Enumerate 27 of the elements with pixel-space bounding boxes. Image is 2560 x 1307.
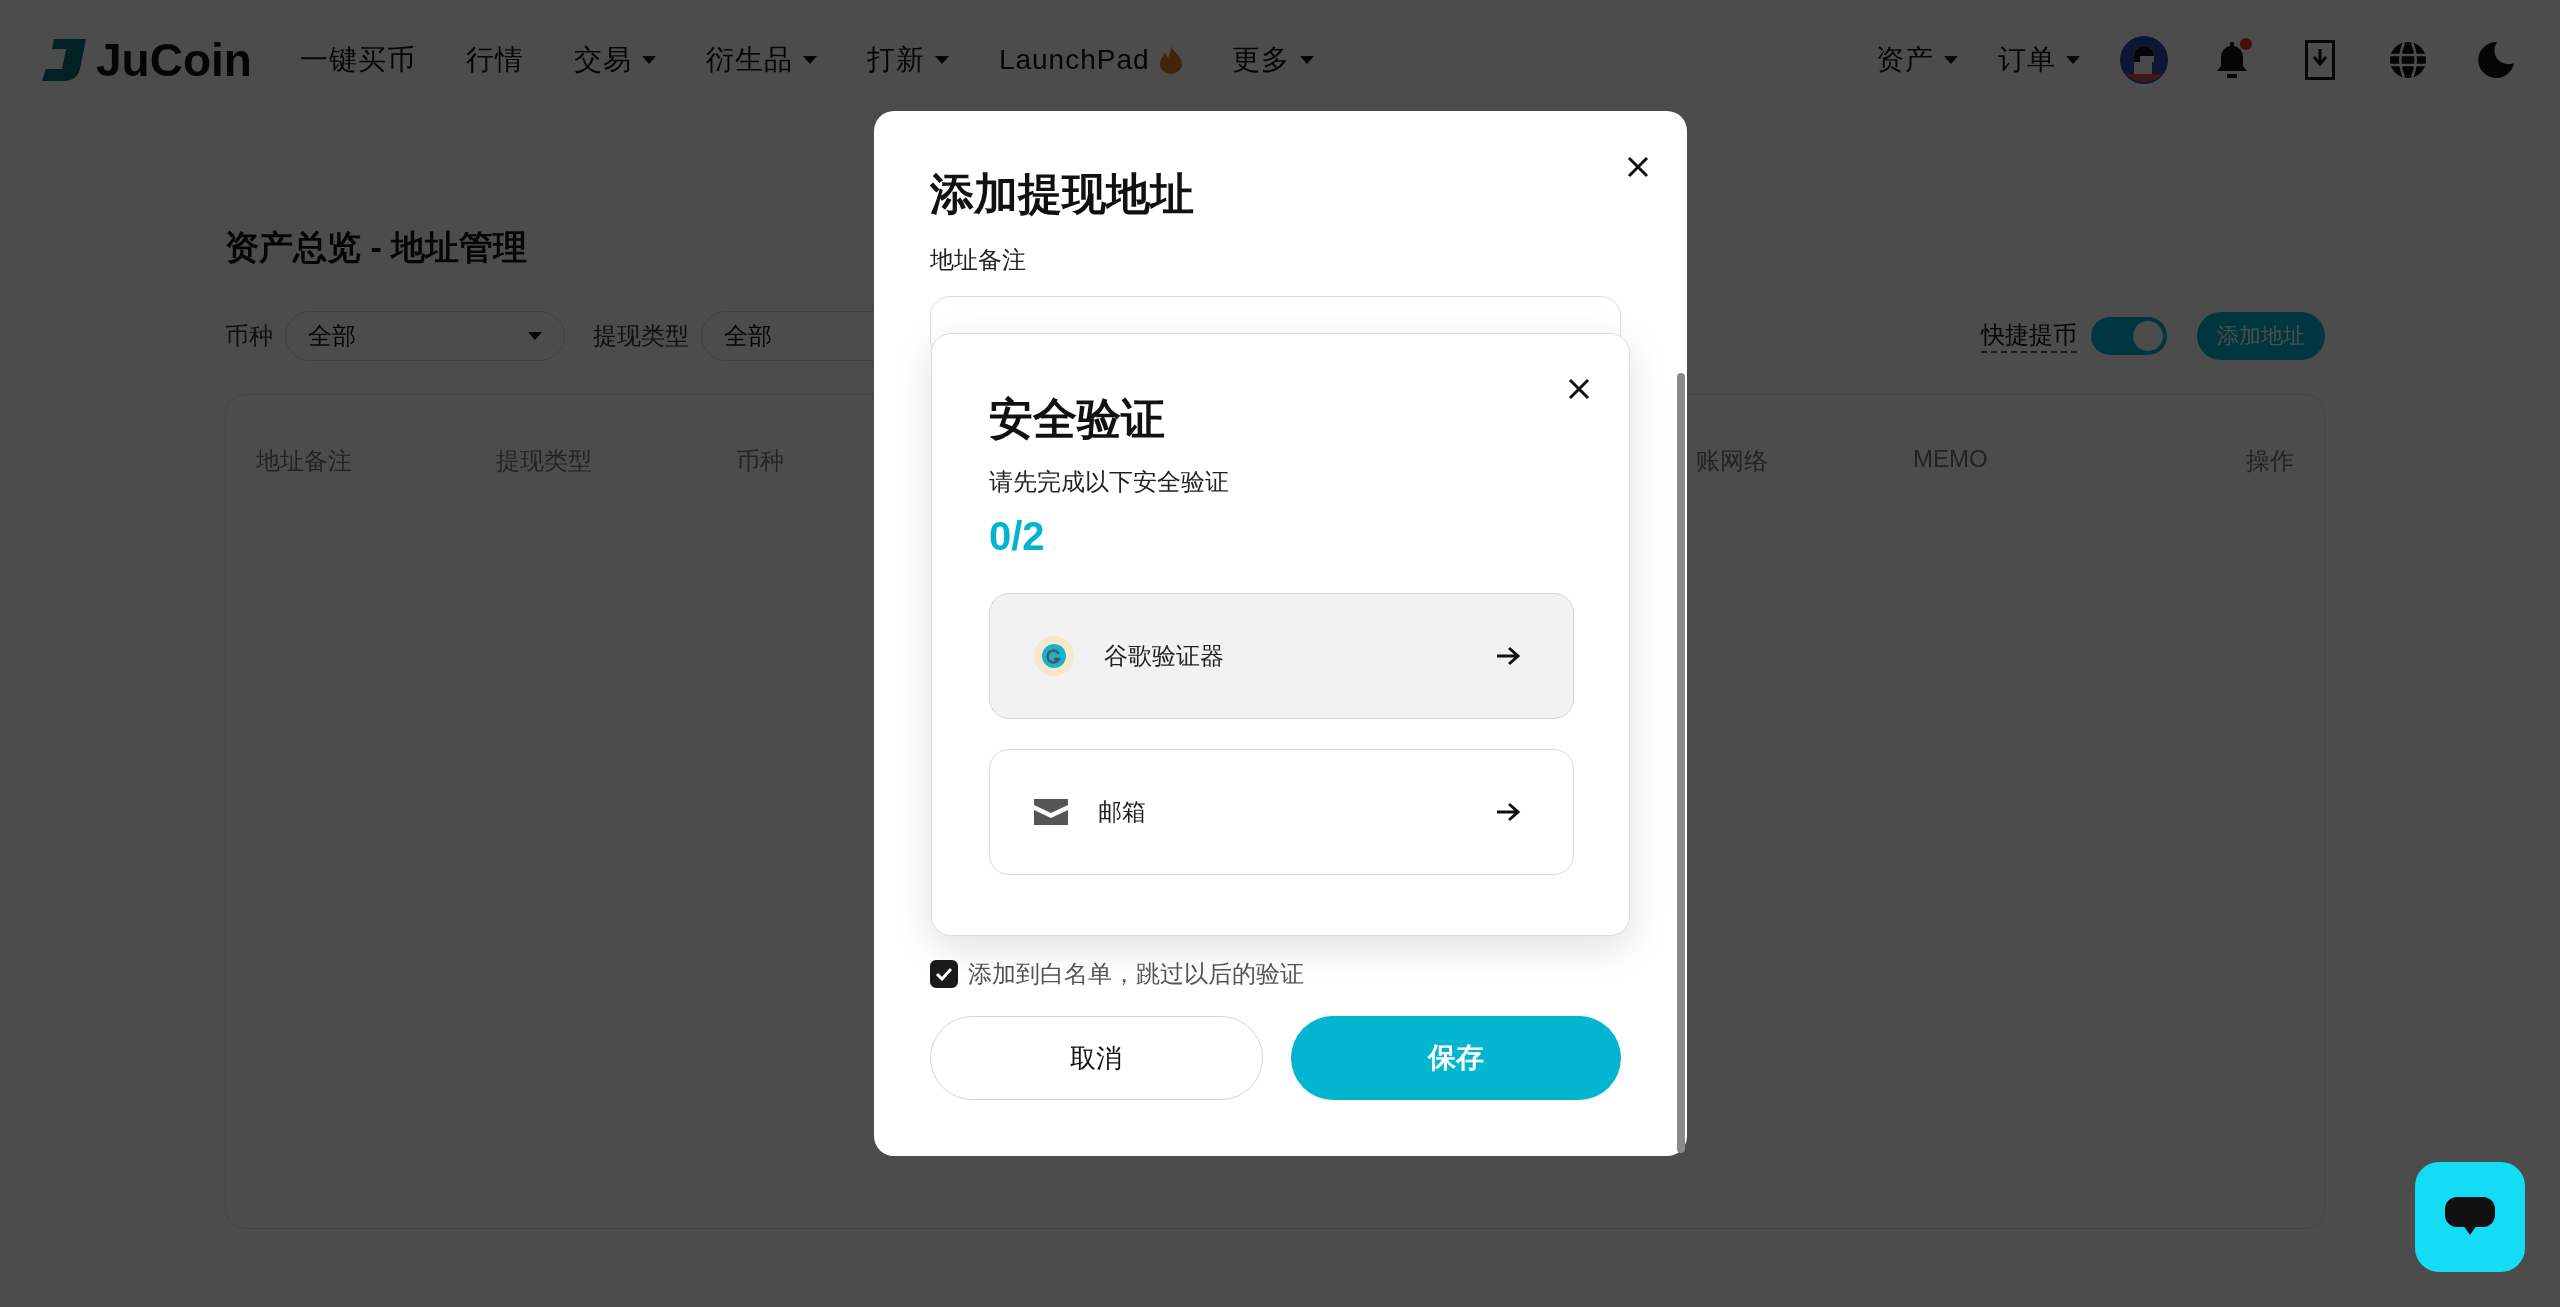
filter-label: 提现类型	[593, 321, 689, 351]
arrow-right-icon	[1495, 646, 1521, 666]
dialog-title: 安全验证	[989, 393, 1166, 445]
save-button[interactable]: 保存	[1290, 1016, 1621, 1100]
close-button[interactable]	[1625, 154, 1651, 180]
page-title: 资产总览 - 地址管理	[225, 227, 528, 268]
chat-button[interactable]	[2415, 1162, 2525, 1272]
envelope-icon	[1034, 799, 1068, 825]
filter-label: 币种	[225, 321, 273, 351]
dialog-subtitle: 请先完成以下安全验证	[989, 467, 1230, 497]
whitelist-label: 添加到白名单，跳过以后的验证	[968, 959, 1304, 989]
verification-method[interactable]: 邮箱	[989, 749, 1574, 875]
arrow-right-icon	[1495, 802, 1521, 822]
google-authenticator-icon	[1034, 636, 1074, 676]
dialog-title: 添加提现地址	[930, 168, 1195, 220]
cancel-button[interactable]: 取消	[930, 1016, 1263, 1100]
chat-bubble-icon	[2445, 1197, 2495, 1237]
close-icon	[1625, 154, 1651, 180]
whitelist-checkbox[interactable]	[930, 960, 958, 988]
scrollbar-thumb[interactable]	[1677, 373, 1685, 1153]
checkmark-icon	[935, 967, 953, 981]
verification-method[interactable]: 谷歌验证器	[989, 593, 1574, 719]
close-icon	[1566, 376, 1592, 402]
logo-text: JuCoin	[96, 33, 252, 87]
progress-count: 0/2	[989, 514, 1046, 559]
close-button[interactable]	[1566, 376, 1592, 402]
field-label: 地址备注	[930, 245, 1027, 275]
